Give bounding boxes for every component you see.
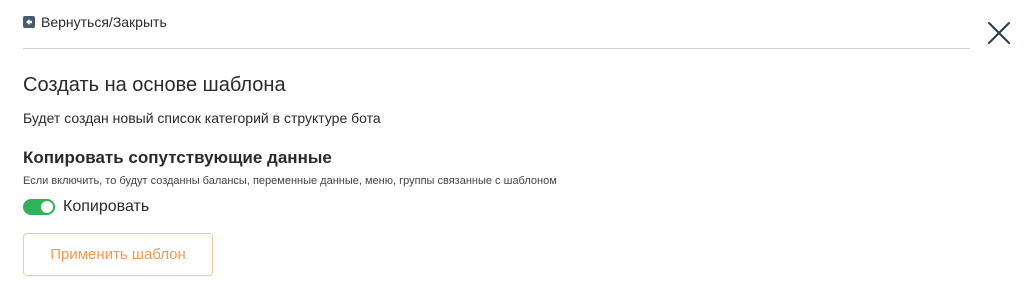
copy-toggle-label: Копировать: [63, 198, 150, 215]
back-close-link[interactable]: Вернуться/Закрыть: [23, 14, 167, 30]
close-button[interactable]: [986, 20, 1012, 46]
copy-toggle-row: Копировать: [23, 198, 149, 216]
apply-template-button[interactable]: Применить шаблон: [23, 233, 213, 276]
close-icon: [988, 22, 1010, 44]
copy-toggle[interactable]: [23, 199, 55, 215]
page-subtitle: Будет создан новый список категорий в ст…: [23, 110, 381, 126]
header-divider: [23, 48, 970, 49]
copy-section-title: Копировать сопутствующие данные: [23, 148, 332, 167]
template-panel: Вернуться/Закрыть Создать на основе шабл…: [0, 0, 1024, 295]
copy-section-description: Если включить, то будут созданны балансы…: [23, 175, 557, 187]
page-title: Создать на основе шаблона: [23, 74, 286, 96]
toggle-knob: [41, 201, 53, 213]
arrow-left-square-icon: [23, 16, 35, 28]
back-close-label: Вернуться/Закрыть: [41, 14, 167, 30]
